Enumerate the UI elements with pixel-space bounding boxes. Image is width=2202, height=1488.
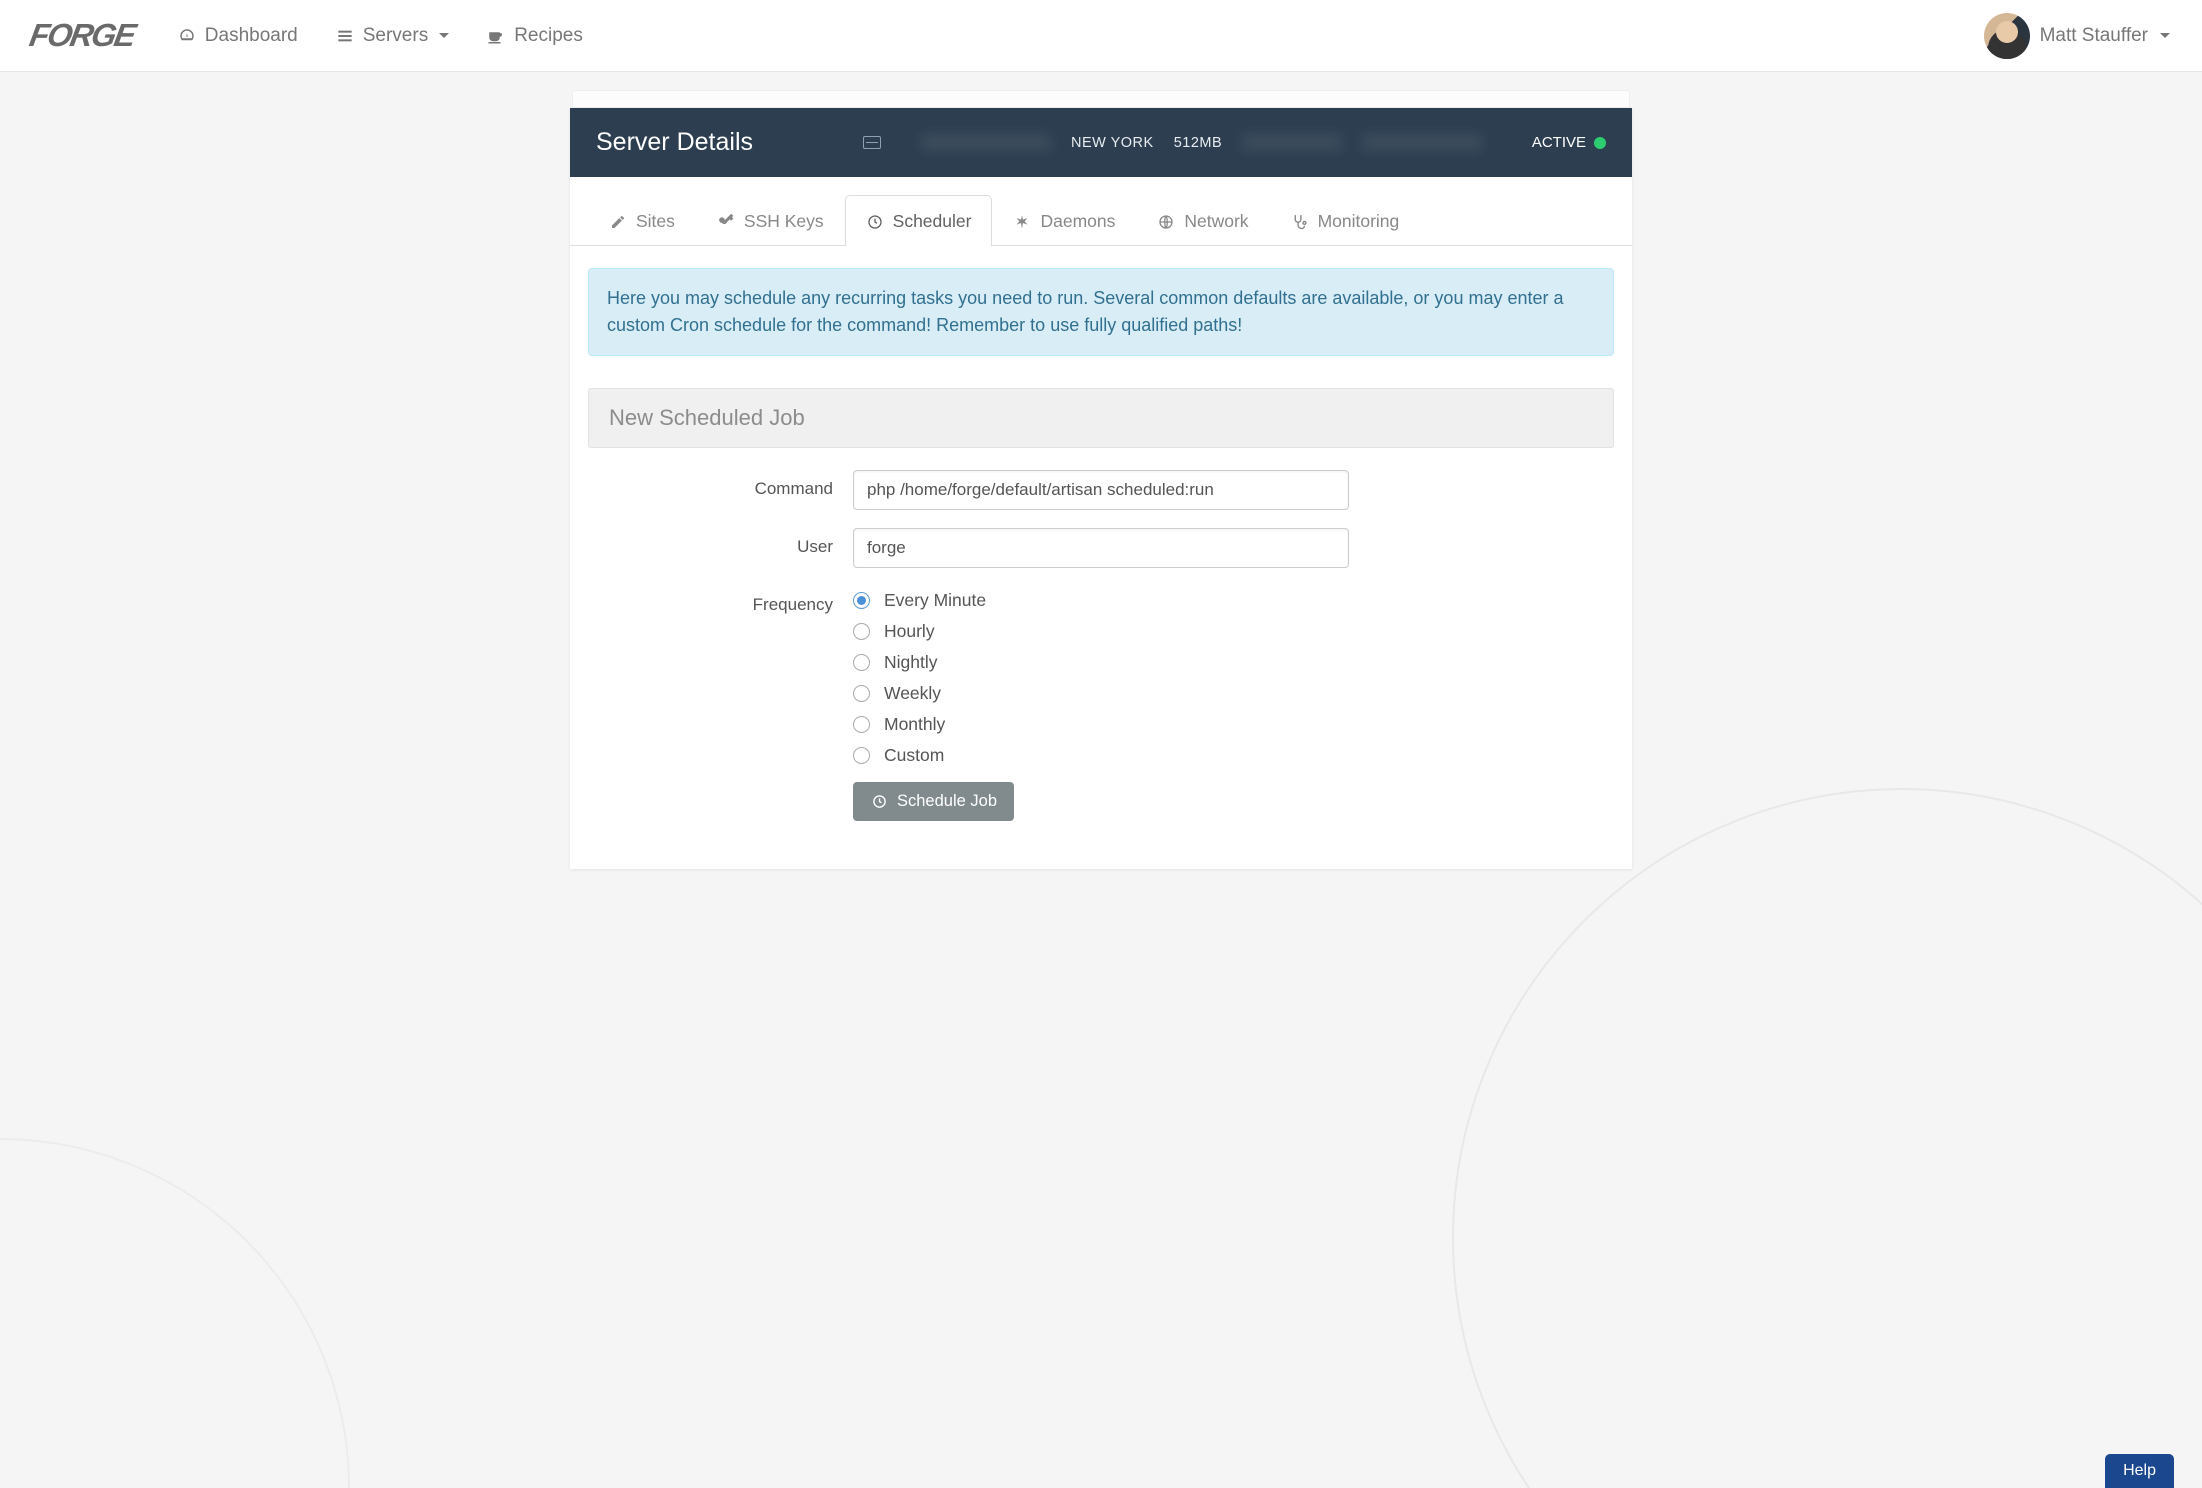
server-status: ACTIVE (1532, 134, 1586, 151)
frequency-radio[interactable] (853, 592, 870, 609)
key-icon (717, 213, 735, 231)
tab-monitoring[interactable]: Monitoring (1270, 195, 1421, 246)
nav-dashboard[interactable]: Dashboard (162, 15, 314, 57)
frequency-option-hourly[interactable]: Hourly (853, 621, 1349, 642)
blurred-ip (1242, 134, 1342, 151)
nav-servers[interactable]: Servers (320, 15, 465, 57)
blurred-provider (1362, 134, 1482, 151)
frequency-option-label: Nightly (884, 652, 938, 673)
tab-network[interactable]: Network (1136, 195, 1269, 246)
frequency-radio[interactable] (853, 623, 870, 640)
server-details-header: Server Details NEW YORK 512MB ACTIVE (570, 108, 1632, 177)
frequency-radio[interactable] (853, 654, 870, 671)
tab-ssh-keys[interactable]: SSH Keys (696, 195, 845, 246)
frequency-option-label: Weekly (884, 683, 941, 704)
frequency-option-label: Every Minute (884, 590, 986, 611)
frequency-radio[interactable] (853, 685, 870, 702)
clock-icon (870, 793, 888, 811)
status-dot-icon (1594, 137, 1606, 149)
frequency-option-label: Monthly (884, 714, 945, 735)
bars-icon (336, 27, 354, 45)
edit-icon (609, 213, 627, 231)
frequency-label: Frequency (588, 586, 853, 615)
schedule-job-label: Schedule Job (897, 792, 997, 811)
server-location: NEW YORK (1071, 135, 1154, 151)
frequency-option-monthly[interactable]: Monthly (853, 714, 1349, 735)
frequency-option-label: Custom (884, 745, 944, 766)
tab-daemons[interactable]: Daemons (992, 195, 1136, 246)
nav-servers-label: Servers (363, 25, 428, 47)
caret-down-icon (2160, 33, 2170, 38)
nav-dashboard-label: Dashboard (205, 25, 298, 47)
gauge-icon (178, 27, 196, 45)
nav-items: Dashboard Servers Recipes (162, 15, 599, 57)
tab-monitoring-label: Monitoring (1318, 211, 1400, 232)
panel-title: Server Details (596, 128, 753, 157)
nav-recipes[interactable]: Recipes (471, 15, 599, 57)
command-input[interactable] (853, 470, 1349, 510)
schedule-job-button[interactable]: Schedule Job (853, 782, 1014, 821)
avatar (1984, 13, 2030, 59)
stethoscope-icon (1291, 213, 1309, 231)
frequency-radio[interactable] (853, 747, 870, 764)
command-label: Command (588, 470, 853, 499)
top-navbar: FORGE Dashboard Servers Recipes Matt Sta… (0, 0, 2202, 72)
frequency-option-weekly[interactable]: Weekly (853, 683, 1349, 704)
globe-icon (1157, 213, 1175, 231)
frequency-option-custom[interactable]: Custom (853, 745, 1349, 766)
section-header: New Scheduled Job (588, 388, 1614, 448)
tab-network-label: Network (1184, 211, 1248, 232)
asterisk-icon (1013, 213, 1031, 231)
server-memory: 512MB (1174, 135, 1222, 151)
hdd-icon (863, 136, 881, 149)
blurred-server-name (921, 134, 1051, 151)
tab-scheduler-label: Scheduler (893, 211, 972, 232)
tab-daemons-label: Daemons (1040, 211, 1115, 232)
scheduled-job-form: Command User Frequency Every Minute Hourl… (588, 448, 1614, 821)
frequency-option-label: Hourly (884, 621, 935, 642)
nav-user[interactable]: Matt Stauffer (1984, 13, 2194, 59)
ghost-bar (572, 90, 1630, 108)
frequency-option-every-minute[interactable]: Every Minute (853, 590, 1349, 611)
frequency-option-nightly[interactable]: Nightly (853, 652, 1349, 673)
server-tabs: Sites SSH Keys Scheduler Daemons Network… (570, 195, 1632, 246)
user-label: User (588, 528, 853, 557)
nav-recipes-label: Recipes (514, 25, 583, 47)
caret-down-icon (439, 33, 449, 38)
user-name: Matt Stauffer (2040, 25, 2148, 47)
tab-sites[interactable]: Sites (588, 195, 696, 246)
coffee-icon (487, 27, 505, 45)
tab-sites-label: Sites (636, 211, 675, 232)
brand-logo[interactable]: FORGE (5, 17, 165, 54)
help-button[interactable]: Help (2105, 1454, 2174, 1488)
info-alert: Here you may schedule any recurring task… (588, 268, 1614, 356)
tab-ssh-label: SSH Keys (744, 211, 824, 232)
clock-icon (866, 213, 884, 231)
tab-scheduler[interactable]: Scheduler (845, 195, 993, 246)
frequency-radio[interactable] (853, 716, 870, 733)
user-input[interactable] (853, 528, 1349, 568)
